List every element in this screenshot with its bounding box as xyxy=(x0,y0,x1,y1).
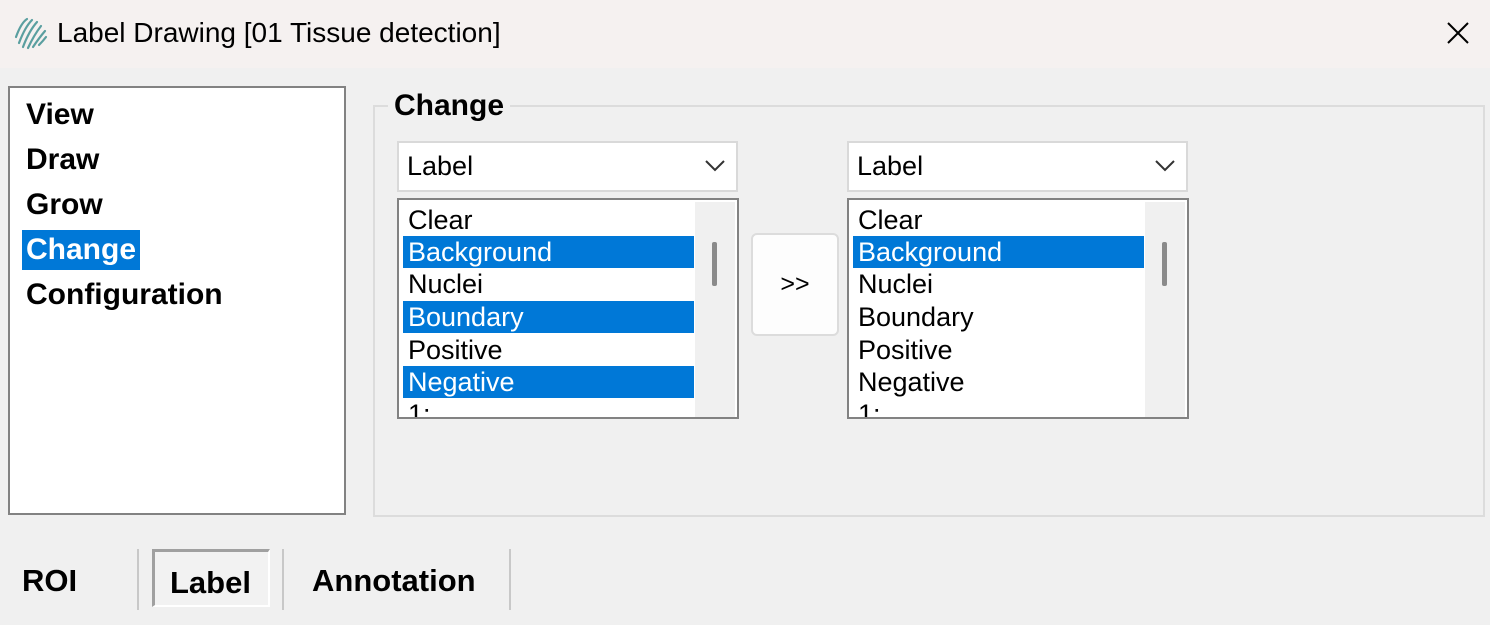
target-combo-value: Label xyxy=(857,151,924,181)
nav-list: View Draw Grow Change Configuration xyxy=(8,86,346,515)
source-list-item-1[interactable]: 1: xyxy=(403,398,694,417)
chevron-down-icon xyxy=(705,160,725,172)
nav-item-configuration[interactable]: Configuration xyxy=(22,275,227,315)
target-label-combo[interactable]: Label xyxy=(847,141,1188,192)
target-list-scroll-thumb[interactable] xyxy=(1162,242,1167,286)
nav-item-grow[interactable]: Grow xyxy=(22,185,107,225)
source-list-item-nuclei[interactable]: Nuclei xyxy=(403,268,694,300)
target-list-item-negative[interactable]: Negative xyxy=(853,366,1144,398)
tab-roi[interactable]: ROI xyxy=(22,556,77,606)
nav-item-view[interactable]: View xyxy=(22,95,98,135)
tab-separator xyxy=(137,549,139,610)
source-list-item-boundary[interactable]: Boundary xyxy=(403,301,694,333)
source-list-item-negative[interactable]: Negative xyxy=(403,366,694,398)
target-list-item-boundary[interactable]: Boundary xyxy=(853,301,1144,333)
source-list-item-background[interactable]: Background xyxy=(403,236,694,268)
target-list-item-nuclei[interactable]: Nuclei xyxy=(853,268,1144,300)
source-list-scrollbar[interactable] xyxy=(695,202,735,417)
title-bar: Label Drawing [01 Tissue detection] xyxy=(0,0,1490,68)
tab-separator xyxy=(509,549,511,610)
source-label-list[interactable]: Clear Background Nuclei Boundary Positiv… xyxy=(397,198,739,419)
tab-separator xyxy=(282,549,284,610)
target-list-item-1[interactable]: 1: xyxy=(853,398,1144,417)
source-list-item-clear[interactable]: Clear xyxy=(403,204,694,236)
source-list-item-positive[interactable]: Positive xyxy=(403,334,694,366)
tab-label[interactable]: Label xyxy=(170,558,251,608)
tab-annotation[interactable]: Annotation xyxy=(312,556,476,606)
chevron-down-icon xyxy=(1155,160,1175,172)
source-label-combo[interactable]: Label xyxy=(397,141,738,192)
window-title: Label Drawing [01 Tissue detection] xyxy=(57,17,501,48)
source-list-scroll-thumb[interactable] xyxy=(712,242,717,286)
app-logo-icon xyxy=(14,17,48,50)
target-list-scrollbar[interactable] xyxy=(1145,202,1185,417)
change-group-title: Change xyxy=(388,86,511,126)
target-list-item-clear[interactable]: Clear xyxy=(853,204,1144,236)
target-label-list[interactable]: Clear Background Nuclei Boundary Positiv… xyxy=(847,198,1189,419)
transfer-button[interactable]: >> xyxy=(751,233,839,336)
close-icon xyxy=(1447,22,1469,44)
source-combo-value: Label xyxy=(407,151,474,181)
target-list-item-positive[interactable]: Positive xyxy=(853,334,1144,366)
nav-item-draw[interactable]: Draw xyxy=(22,140,103,180)
close-button[interactable] xyxy=(1426,8,1490,58)
nav-item-change[interactable]: Change xyxy=(22,230,141,270)
target-list-item-background[interactable]: Background xyxy=(853,236,1144,268)
